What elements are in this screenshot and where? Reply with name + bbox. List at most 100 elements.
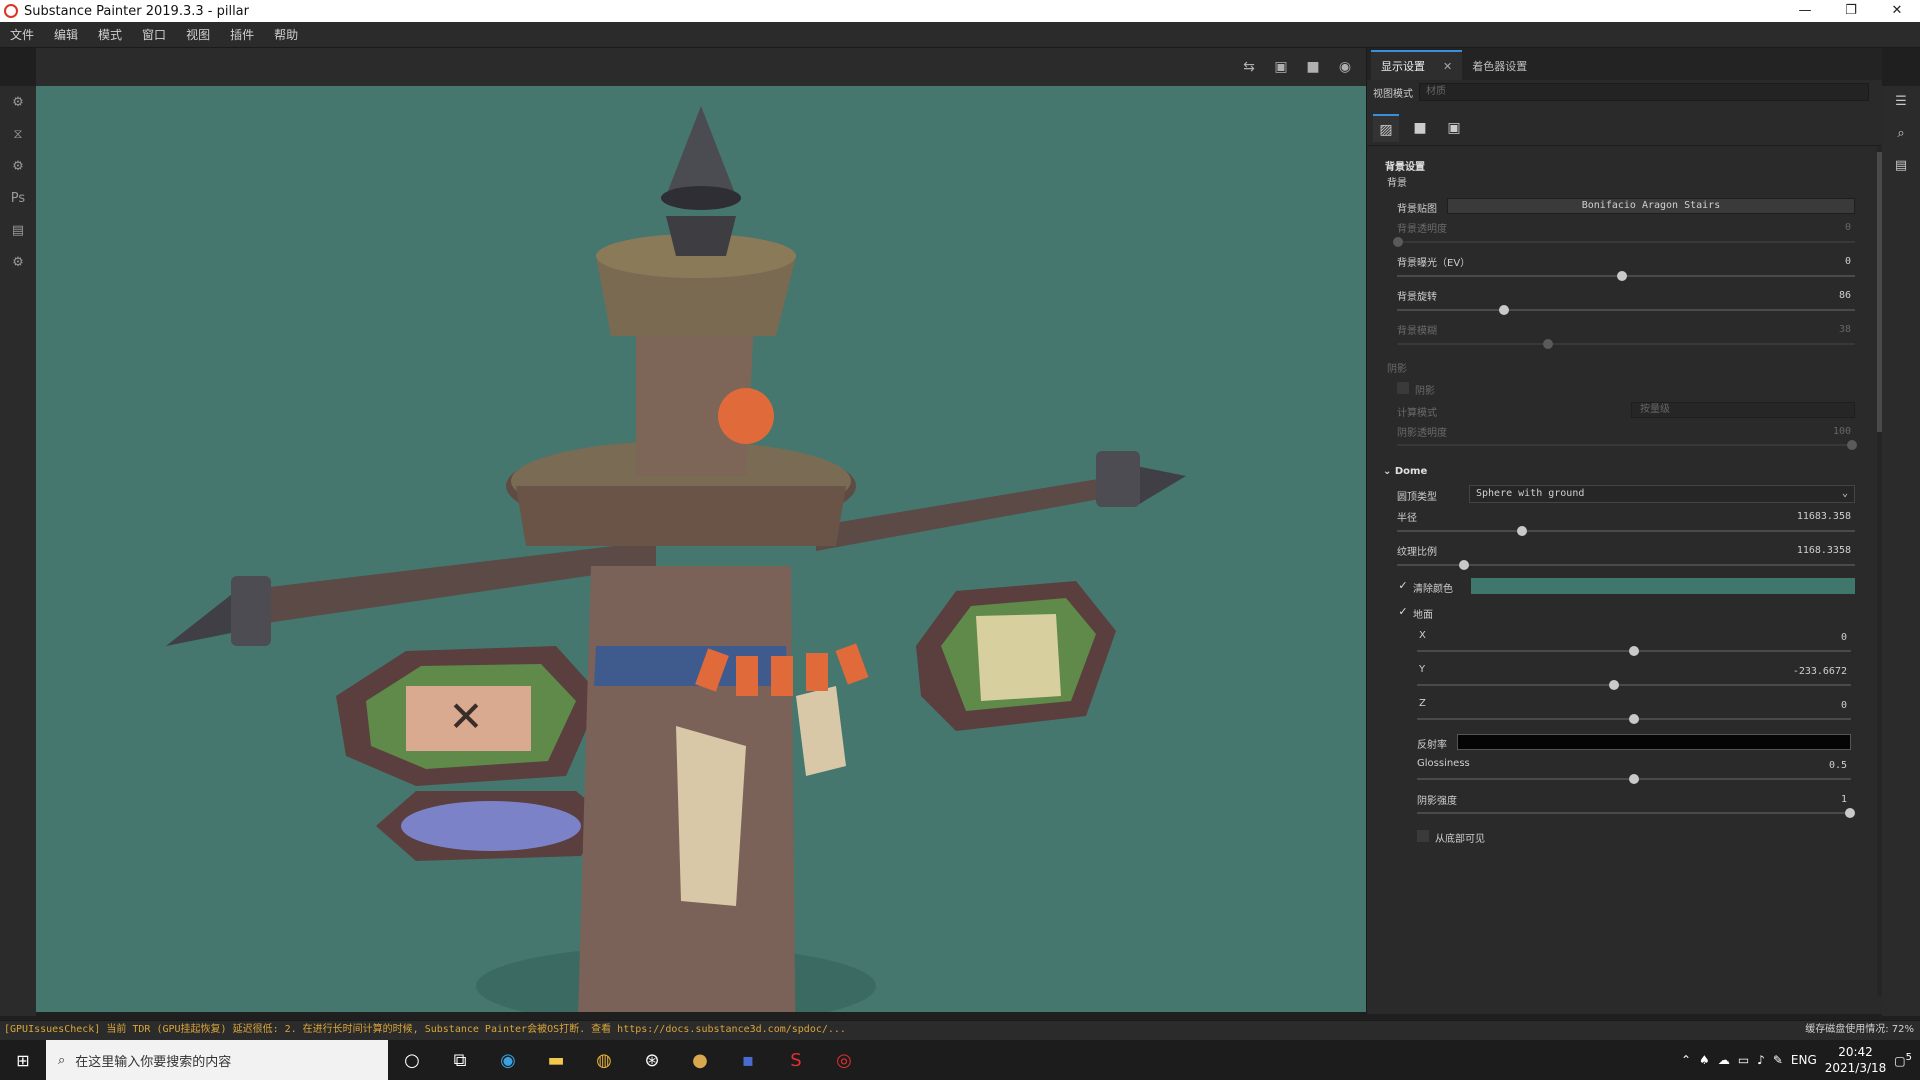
- screenshot-icon[interactable]: ◉: [1334, 56, 1356, 78]
- shadow-strength-knob[interactable]: [1845, 808, 1855, 818]
- tab-shader-settings[interactable]: 着色器设置: [1462, 52, 1537, 80]
- background-blur-slider[interactable]: [1397, 343, 1855, 345]
- task-view-icon[interactable]: ⧉: [436, 1040, 484, 1080]
- background-blur-value[interactable]: 38: [1771, 324, 1851, 335]
- clear-color-swatch[interactable]: [1471, 578, 1855, 594]
- windows-start-icon[interactable]: ⊞: [0, 1040, 46, 1080]
- viewer-settings-icon[interactable]: ▣: [1441, 114, 1467, 142]
- texture-scale-value[interactable]: 1168.3358: [1771, 545, 1851, 556]
- search-icon[interactable]: ⌕: [1882, 118, 1920, 150]
- pen-icon[interactable]: ✎: [1773, 1053, 1783, 1067]
- substance-painter-taskbar-icon[interactable]: S: [772, 1040, 820, 1080]
- shadow-opacity-value[interactable]: 100: [1771, 426, 1851, 437]
- tool-plugin-icon[interactable]: ⚙: [0, 246, 36, 278]
- menu-window[interactable]: 窗口: [132, 26, 176, 43]
- dome-section-title[interactable]: ⌄ Dome: [1383, 466, 1427, 477]
- radius-slider[interactable]: [1397, 530, 1855, 532]
- close-window-button[interactable]: ✕: [1874, 0, 1920, 22]
- menu-view[interactable]: 视图: [176, 26, 220, 43]
- background-rotation-knob[interactable]: [1499, 305, 1509, 315]
- tool-bake-icon[interactable]: ⧖: [0, 118, 36, 150]
- shadow-strength-value[interactable]: 1: [1767, 794, 1847, 805]
- camera-icon[interactable]: ■: [1302, 56, 1324, 78]
- ground-y-slider[interactable]: [1417, 684, 1851, 686]
- view-mode-field[interactable]: 材质: [1419, 83, 1869, 101]
- blender-icon[interactable]: ▪: [724, 1040, 772, 1080]
- file-explorer-icon[interactable]: ▬: [532, 1040, 580, 1080]
- environment-image-icon[interactable]: ▨: [1373, 113, 1399, 142]
- tray-app-icon[interactable]: ♠: [1699, 1053, 1710, 1067]
- tool-gear-icon[interactable]: ⚙: [0, 150, 36, 182]
- 3d-viewport[interactable]: ✕: [36, 86, 1366, 1012]
- steam-icon[interactable]: ⊛: [628, 1040, 676, 1080]
- tool-document-icon[interactable]: ▤: [0, 214, 36, 246]
- clear-color-checkbox[interactable]: ✓: [1397, 580, 1409, 592]
- reflectivity-swatch[interactable]: [1457, 734, 1851, 750]
- menu-help[interactable]: 帮助: [264, 26, 308, 43]
- background-exposure-knob[interactable]: [1617, 271, 1627, 281]
- ground-z-knob[interactable]: [1629, 714, 1639, 724]
- background-opacity-value[interactable]: 0: [1771, 222, 1851, 233]
- taskbar-search[interactable]: ⌕ 在这里输入你要搜索的内容: [46, 1040, 388, 1080]
- symmetry-icon[interactable]: ⇆: [1238, 56, 1260, 78]
- restore-button[interactable]: ❐: [1828, 0, 1874, 22]
- shadow-opacity-slider[interactable]: [1397, 444, 1855, 446]
- photoshop-export-icon[interactable]: Ps: [0, 182, 36, 214]
- background-rotation-label: 背景旋转: [1397, 292, 1437, 303]
- ground-x-value[interactable]: 0: [1767, 632, 1847, 643]
- dome-type-dropdown[interactable]: Sphere with ground ⌄: [1469, 485, 1855, 503]
- ground-z-value[interactable]: 0: [1767, 700, 1847, 711]
- shadow-strength-label: 阴影强度: [1417, 796, 1457, 807]
- background-rotation-value[interactable]: 86: [1771, 290, 1851, 301]
- windows-taskbar: ⊞ ⌕ 在这里输入你要搜索的内容 ○ ⧉ ◉ ▬ ◍ ⊛ ● ▪ S ◎ ⌃ ♠…: [0, 1040, 1920, 1080]
- radius-knob[interactable]: [1517, 526, 1527, 536]
- shadow-opacity-knob[interactable]: [1847, 440, 1857, 450]
- network-icon[interactable]: ▭: [1738, 1053, 1749, 1067]
- clock[interactable]: 20:42 2021/3/18: [1825, 1044, 1887, 1076]
- background-rotation-slider[interactable]: [1397, 309, 1855, 311]
- glossiness-knob[interactable]: [1629, 774, 1639, 784]
- input-language[interactable]: ENG: [1791, 1053, 1817, 1067]
- minimize-button[interactable]: —: [1782, 0, 1828, 22]
- cortana-icon[interactable]: ○: [388, 1040, 436, 1080]
- properties-icon[interactable]: ▤: [1882, 150, 1920, 182]
- volume-icon[interactable]: ♪: [1757, 1053, 1765, 1067]
- shadow-strength-slider[interactable]: [1417, 812, 1851, 814]
- calc-mode-dropdown[interactable]: 按量级: [1631, 402, 1855, 418]
- status-message[interactable]: [GPUIssuesCheck] 当前 TDR (GPU挂起恢复) 延迟很低: …: [4, 1024, 846, 1035]
- chevron-down-icon[interactable]: ⌄: [1383, 466, 1395, 477]
- view-cube-icon[interactable]: ▣: [1270, 56, 1292, 78]
- layers-icon[interactable]: ☰: [1882, 86, 1920, 118]
- radius-value[interactable]: 11683.358: [1771, 511, 1851, 522]
- tray-chevron-up-icon[interactable]: ⌃: [1681, 1053, 1691, 1067]
- settings-scroll-area[interactable]: 背景设置 背景 背景贴图 Bonifacio Aragon Stairs 背景透…: [1367, 146, 1883, 996]
- glossiness-value[interactable]: 0.5: [1767, 760, 1847, 771]
- camera-settings-icon[interactable]: ■: [1407, 114, 1433, 142]
- texture-scale-knob[interactable]: [1459, 560, 1469, 570]
- netease-music-icon[interactable]: ◎: [820, 1040, 868, 1080]
- chrome-icon[interactable]: ◍: [580, 1040, 628, 1080]
- background-opacity-slider[interactable]: [1397, 241, 1855, 243]
- menu-mode[interactable]: 模式: [88, 26, 132, 43]
- background-opacity-knob[interactable]: [1393, 237, 1403, 247]
- tab-display-settings[interactable]: 显示设置 ✕: [1371, 50, 1463, 80]
- close-tab-icon[interactable]: ✕: [1443, 60, 1452, 73]
- background-map-field[interactable]: Bonifacio Aragon Stairs: [1447, 198, 1855, 214]
- background-blur-knob[interactable]: [1543, 339, 1553, 349]
- background-exposure-value[interactable]: 0: [1771, 256, 1851, 267]
- edge-browser-icon[interactable]: ◉: [484, 1040, 532, 1080]
- tool-settings-icon[interactable]: ⚙: [0, 86, 36, 118]
- background-opacity-label: 背景透明度: [1397, 224, 1447, 235]
- ground-y-value[interactable]: -233.6672: [1767, 666, 1847, 677]
- visible-below-checkbox[interactable]: [1417, 830, 1429, 842]
- ground-x-knob[interactable]: [1629, 646, 1639, 656]
- menu-plugins[interactable]: 插件: [220, 26, 264, 43]
- onedrive-icon[interactable]: ☁: [1718, 1053, 1730, 1067]
- notification-icon[interactable]: ▢5: [1894, 1052, 1912, 1068]
- shadow-checkbox[interactable]: [1397, 382, 1409, 394]
- menu-edit[interactable]: 编辑: [44, 26, 88, 43]
- game-app-icon[interactable]: ●: [676, 1040, 724, 1080]
- ground-checkbox[interactable]: ✓: [1397, 606, 1409, 618]
- ground-y-knob[interactable]: [1609, 680, 1619, 690]
- menu-file[interactable]: 文件: [0, 26, 44, 43]
